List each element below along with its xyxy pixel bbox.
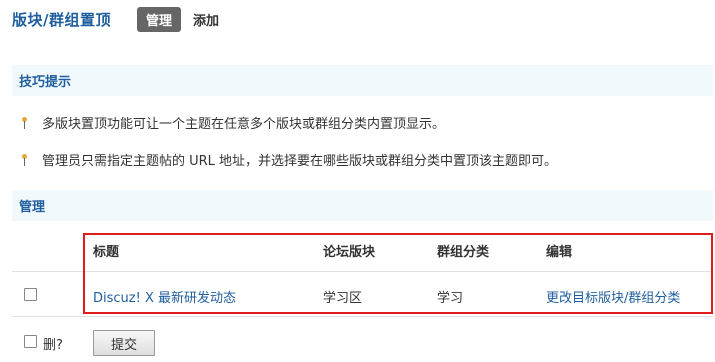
tab-add[interactable]: 添加 <box>193 10 219 29</box>
delete-checkbox[interactable] <box>24 335 37 348</box>
header: 版块/群组置顶 管理 添加 <box>12 6 219 32</box>
tab-manage[interactable]: 管理 <box>136 6 181 32</box>
tip-text: 多版块置顶功能可让一个主题在任意多个版块或群组分类内置顶显示。 <box>42 117 446 132</box>
column-header-forum: 论坛版块 <box>323 245 376 260</box>
submit-button[interactable]: 提交 <box>93 330 155 356</box>
tip-text: 管理员只需指定主题帖的 URL 地址，并选择要在哪些版块或群组分类中置顶该主题即… <box>42 154 558 169</box>
page-title: 版块/群组置顶 <box>12 10 111 29</box>
forum-cell: 学习区 <box>323 291 363 306</box>
delete-label: 删? <box>43 338 63 353</box>
topic-title-link[interactable]: Discuz! X 最新研发动态 <box>93 287 236 306</box>
row-divider <box>12 316 713 317</box>
group-cell: 学习 <box>437 291 464 306</box>
tip-item: 管理员只需指定主题帖的 URL 地址，并选择要在哪些版块或群组分类中置顶该主题即… <box>22 150 557 169</box>
column-header-title: 标题 <box>93 245 120 260</box>
manage-section-title: 管理 <box>12 190 713 221</box>
column-header-group: 群组分类 <box>437 245 490 260</box>
row-select-checkbox[interactable] <box>24 288 37 301</box>
edit-target-link[interactable]: 更改目标版块/群组分类 <box>546 287 680 306</box>
column-header-edit: 编辑 <box>546 245 573 260</box>
pin-icon <box>22 153 27 166</box>
tip-item: 多版块置顶功能可让一个主题在任意多个版块或群组分类内置顶显示。 <box>22 113 445 132</box>
tips-section-title: 技巧提示 <box>12 65 713 96</box>
pin-icon <box>22 116 27 129</box>
